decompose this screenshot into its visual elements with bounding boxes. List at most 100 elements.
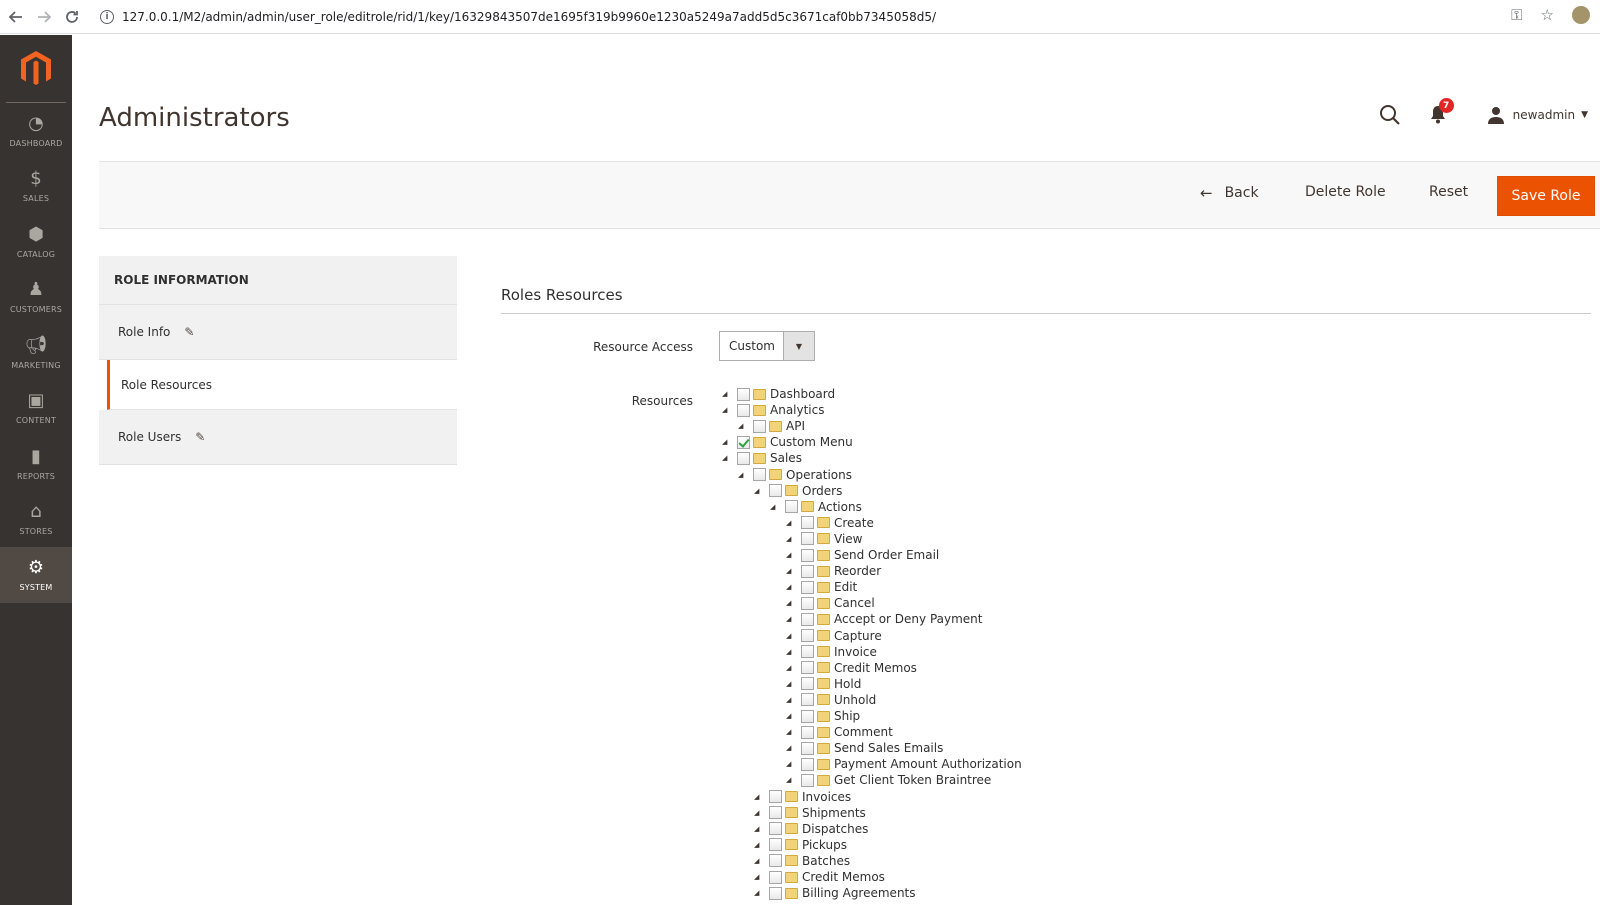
tree-node-label[interactable]: Get Client Token Braintree <box>834 773 991 787</box>
tree-node-label[interactable]: Invoice <box>834 645 877 659</box>
expand-triangle-icon[interactable]: ◢ <box>754 487 764 495</box>
expand-triangle-icon[interactable]: ◢ <box>786 760 796 768</box>
tree-node[interactable]: ◢ Billing Agreements <box>754 885 916 901</box>
expand-triangle-icon[interactable]: ◢ <box>786 535 796 543</box>
tree-checkbox[interactable] <box>737 435 750 449</box>
tab-role-users[interactable]: Role Users ✎ <box>99 410 457 465</box>
site-info-icon[interactable]: i <box>100 9 114 24</box>
chevron-down-icon[interactable]: ▼ <box>1581 110 1588 120</box>
tree-checkbox[interactable] <box>769 870 782 884</box>
expand-triangle-icon[interactable]: ◢ <box>722 390 732 398</box>
tree-node-label[interactable]: Custom Menu <box>770 435 853 449</box>
tree-checkbox[interactable] <box>801 661 814 675</box>
tree-node[interactable]: ◢ Create <box>786 515 874 531</box>
tree-checkbox[interactable] <box>801 757 814 771</box>
tree-checkbox[interactable] <box>769 822 782 836</box>
tree-node-label[interactable]: Send Sales Emails <box>834 741 943 755</box>
expand-triangle-icon[interactable]: ◢ <box>754 873 764 881</box>
reload-icon[interactable] <box>60 5 84 29</box>
tree-node[interactable]: ◢ Send Sales Emails <box>786 740 943 756</box>
tree-checkbox[interactable] <box>801 693 814 707</box>
menu-item-sales[interactable]: $ SALES <box>0 159 72 215</box>
tree-checkbox[interactable] <box>801 596 814 610</box>
tree-node[interactable]: ◢ Cancel <box>786 595 875 611</box>
expand-triangle-icon[interactable]: ◢ <box>786 615 796 623</box>
tree-node[interactable]: ◢ Sales <box>722 450 802 466</box>
expand-triangle-icon[interactable]: ◢ <box>722 406 732 414</box>
resource-access-select[interactable]: Custom ▼ <box>719 331 815 361</box>
tree-node[interactable]: ◢ Dispatches <box>754 821 868 837</box>
reset-button[interactable]: Reset <box>1429 184 1468 200</box>
expand-triangle-icon[interactable]: ◢ <box>786 583 796 591</box>
tree-checkbox[interactable] <box>801 629 814 642</box>
tree-node-label[interactable]: Credit Memos <box>834 661 917 675</box>
tree-node-label[interactable]: Credit Memos <box>802 870 885 884</box>
expand-triangle-icon[interactable]: ◢ <box>786 712 796 720</box>
expand-triangle-icon[interactable]: ◢ <box>786 599 796 607</box>
tree-checkbox[interactable] <box>737 387 750 401</box>
tree-node-label[interactable]: Operations <box>786 468 852 482</box>
tree-node[interactable]: ◢ Capture <box>786 628 882 644</box>
tree-node-label[interactable]: Analytics <box>770 403 825 417</box>
address-bar[interactable]: 127.0.0.1/M2/admin/admin/user_role/editr… <box>122 10 936 24</box>
expand-triangle-icon[interactable]: ◢ <box>770 503 780 511</box>
tree-node[interactable]: ◢ View <box>786 531 862 547</box>
tree-node-label[interactable]: Orders <box>802 484 842 498</box>
expand-triangle-icon[interactable]: ◢ <box>786 664 796 672</box>
tree-node-label[interactable]: Dispatches <box>802 822 868 836</box>
tree-checkbox[interactable] <box>769 806 782 820</box>
tree-node-label[interactable]: Invoices <box>802 790 851 804</box>
tree-node[interactable]: ◢ Reorder <box>786 563 881 579</box>
expand-triangle-icon[interactable]: ◢ <box>754 825 764 833</box>
tree-node-label[interactable]: Accept or Deny Payment <box>834 612 982 626</box>
forward-arrow-icon[interactable] <box>32 5 56 29</box>
tree-checkbox[interactable] <box>801 548 814 562</box>
tree-checkbox[interactable] <box>801 645 814 659</box>
magento-logo[interactable] <box>6 35 66 103</box>
tree-checkbox[interactable] <box>801 709 814 723</box>
tree-node-label[interactable]: Sales <box>770 451 802 465</box>
expand-triangle-icon[interactable]: ◢ <box>786 728 796 736</box>
tree-node-label[interactable]: Shipments <box>802 806 866 820</box>
tree-checkbox[interactable] <box>801 516 814 530</box>
expand-triangle-icon[interactable]: ◢ <box>738 471 748 479</box>
tree-node-label[interactable]: Hold <box>834 677 861 691</box>
tree-node-label[interactable]: Reorder <box>834 564 881 578</box>
tree-checkbox[interactable] <box>801 773 814 787</box>
tree-checkbox[interactable] <box>801 725 814 739</box>
tree-node[interactable]: ◢ Actions <box>770 499 862 515</box>
expand-triangle-icon[interactable]: ◢ <box>786 519 796 527</box>
back-button[interactable]: ← Back <box>1200 184 1259 202</box>
tree-checkbox[interactable] <box>785 500 798 514</box>
tree-node-label[interactable]: View <box>834 532 862 546</box>
tree-node-label[interactable]: Billing Agreements <box>802 886 916 900</box>
tree-node[interactable]: ◢ Edit <box>786 579 857 595</box>
expand-triangle-icon[interactable]: ◢ <box>786 648 796 656</box>
expand-triangle-icon[interactable]: ◢ <box>786 632 796 640</box>
tree-node[interactable]: ◢ Analytics <box>722 402 825 418</box>
expand-triangle-icon[interactable]: ◢ <box>786 696 796 704</box>
tree-checkbox[interactable] <box>753 419 766 433</box>
tree-node-label[interactable]: Ship <box>834 709 860 723</box>
notifications-button[interactable]: 7 <box>1429 98 1454 126</box>
expand-triangle-icon[interactable]: ◢ <box>754 857 764 865</box>
tab-role-resources[interactable]: Role Resources <box>107 360 457 410</box>
search-icon[interactable] <box>1379 104 1401 126</box>
expand-triangle-icon[interactable]: ◢ <box>754 793 764 801</box>
tree-node[interactable]: ◢ Shipments <box>754 805 866 821</box>
tab-role-info[interactable]: Role Info ✎ <box>99 305 457 360</box>
save-role-button[interactable]: Save Role <box>1497 176 1595 216</box>
expand-triangle-icon[interactable]: ◢ <box>754 889 764 897</box>
tree-node[interactable]: ◢ Send Order Email <box>786 547 939 563</box>
expand-triangle-icon[interactable]: ◢ <box>722 454 732 462</box>
tree-node-label[interactable]: Edit <box>834 580 857 594</box>
tree-node-label[interactable]: Batches <box>802 854 850 868</box>
tree-node[interactable]: ◢ Get Client Token Braintree <box>786 772 991 788</box>
tree-checkbox[interactable] <box>801 580 814 594</box>
delete-role-button[interactable]: Delete Role <box>1305 184 1386 200</box>
tree-checkbox[interactable] <box>769 484 782 498</box>
back-arrow-icon[interactable] <box>4 5 28 29</box>
tree-node[interactable]: ◢ Comment <box>786 724 893 740</box>
expand-triangle-icon[interactable]: ◢ <box>738 422 748 430</box>
tree-checkbox[interactable] <box>753 468 766 481</box>
